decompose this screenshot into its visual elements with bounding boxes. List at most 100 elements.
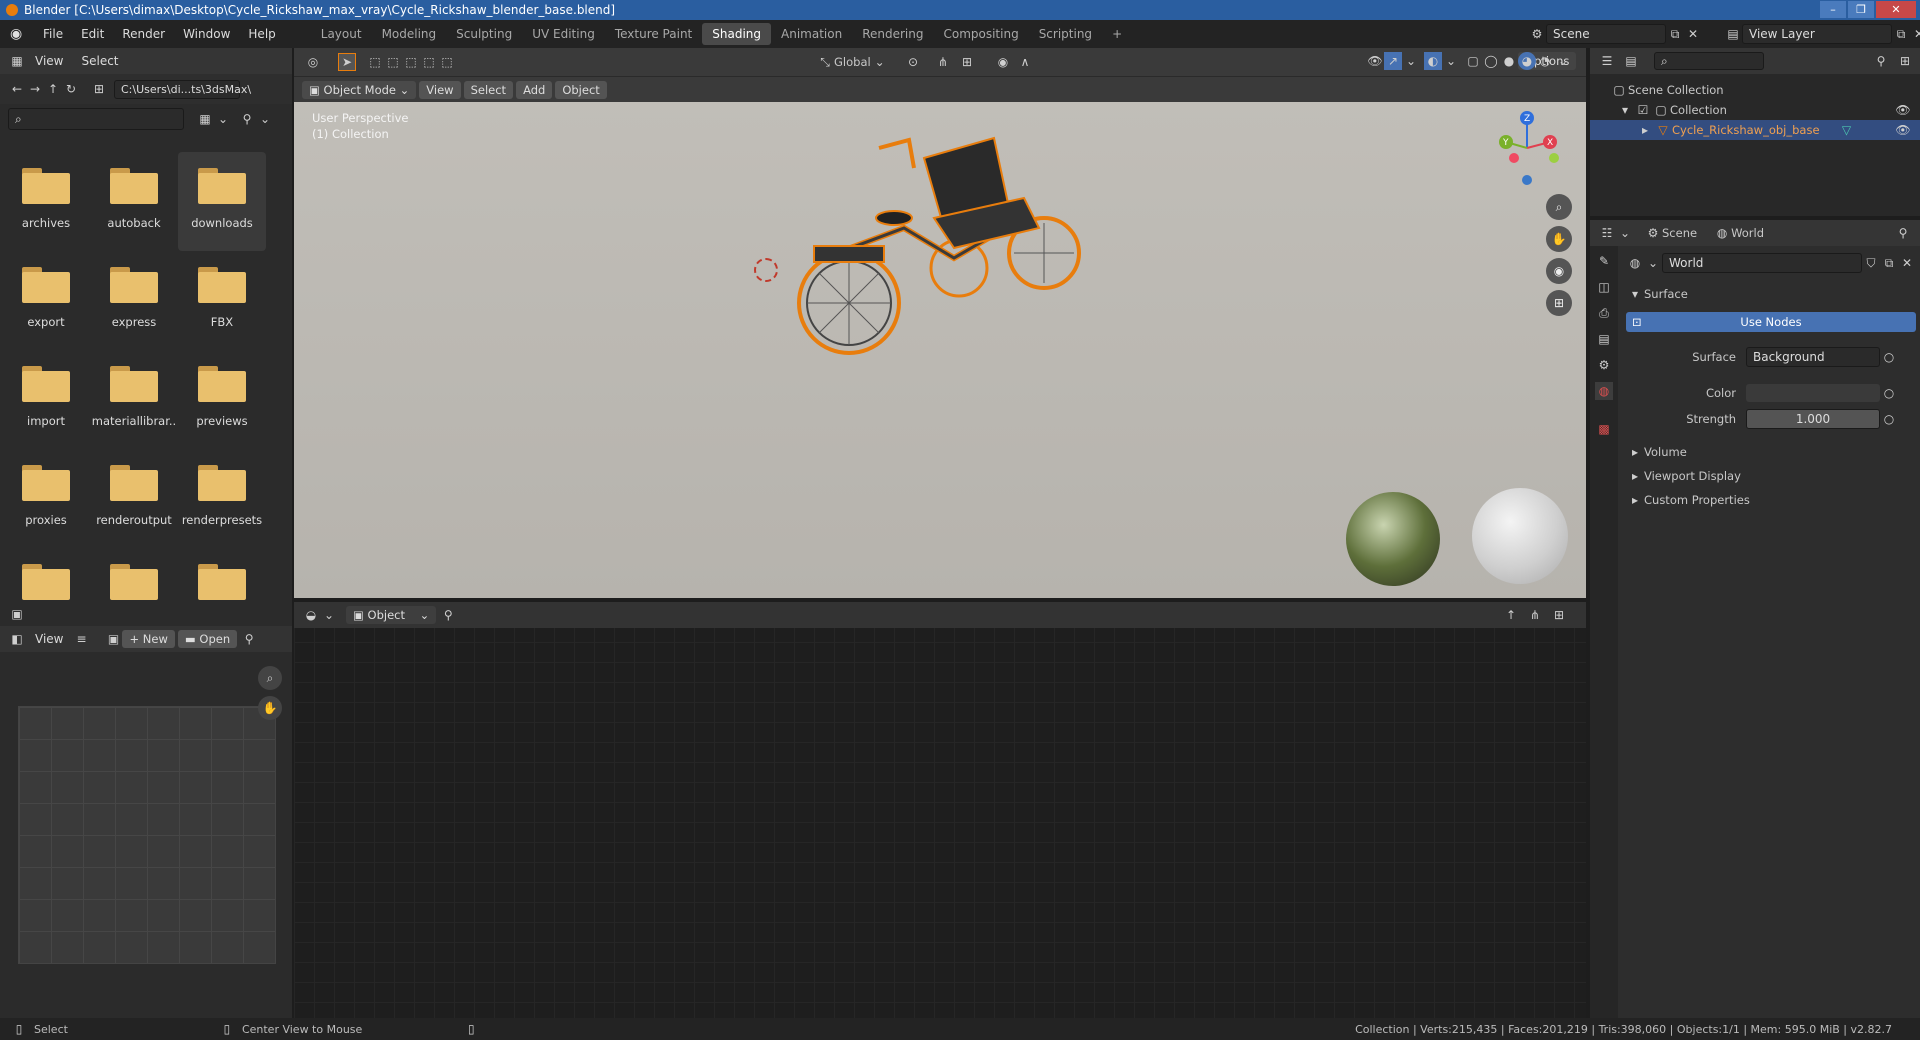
render-tab-icon[interactable]: ◫ [1595,278,1613,296]
snap-icon[interactable]: ⋔ [934,53,952,71]
use-nodes-button[interactable]: ⊡ Use Nodes [1626,312,1916,332]
filter-icon[interactable]: ⚲ [1872,52,1890,70]
checkbox-icon[interactable]: ☑ [1634,101,1652,119]
pan-hand-icon[interactable]: ✋ [258,696,282,720]
scene-tab-icon[interactable]: ⚙ [1595,356,1613,374]
new-folder-icon[interactable]: ⊞ [90,80,108,98]
folder-item[interactable] [90,548,178,608]
tab-modeling[interactable]: Modeling [372,23,447,45]
tool-tab-icon[interactable]: ✎ [1595,252,1613,270]
world-tab-icon[interactable]: ◍ [1595,382,1613,400]
vp-menu-add[interactable]: Add [516,80,553,99]
editor-type-icon[interactable]: ▦ [8,52,26,70]
pin-icon[interactable]: ⚲ [240,630,258,648]
open-image-button[interactable]: ▬ Open [177,630,238,648]
socket-icon[interactable]: ○ [1880,348,1898,366]
scene-name-field[interactable]: Scene [1546,24,1666,44]
tab-scripting[interactable]: Scripting [1029,23,1102,45]
path-field[interactable]: C:\Users\di...ts\3dsMax\ [114,79,251,99]
folder-item[interactable]: proxies [2,449,90,548]
menu-help[interactable]: Help [239,27,284,41]
surface-shader-field[interactable]: Background [1746,347,1880,367]
chevron-down-icon[interactable]: ⌄ [1442,52,1460,70]
close-window-button[interactable]: ✕ [1876,1,1916,18]
folder-item[interactable]: renderpresets [178,449,266,548]
back-icon[interactable]: ← [8,80,26,98]
socket-icon[interactable]: ○ [1880,384,1898,402]
vp-menu-object[interactable]: Object [555,80,607,99]
camera-view-icon[interactable]: ◉ [1546,258,1572,284]
select-intersect-icon[interactable]: ⬚ [438,53,456,71]
select-tool-icon[interactable]: ➤ [338,53,356,71]
tab-rendering[interactable]: Rendering [852,23,933,45]
pin-icon[interactable]: ⚲ [439,606,457,624]
snap-target-icon[interactable]: ⊞ [958,53,976,71]
editor-type-icon[interactable]: ▣ [8,605,26,623]
pan-hand-icon[interactable]: ✋ [1546,226,1572,252]
solid-shading-icon[interactable]: ● [1500,52,1518,70]
world-name-field[interactable]: World [1662,253,1862,273]
menu-render[interactable]: Render [113,27,174,41]
folder-item[interactable]: FBX [178,251,266,350]
overlay-toggle-icon[interactable]: ◐ [1424,52,1442,70]
color-swatch[interactable] [1746,384,1880,402]
view-layer-tab-icon[interactable]: ▤ [1595,330,1613,348]
duplicate-icon[interactable]: ⧉ [1880,254,1898,272]
world-browse-icon[interactable]: ◍ [1626,254,1644,272]
custom-properties-panel-header[interactable]: ▸ Custom Properties [1626,488,1916,512]
rendered-shading-icon[interactable]: ◔ [1536,52,1554,70]
chevron-down-icon[interactable]: ⌄ [1644,254,1662,272]
wireframe-shading-icon[interactable]: ◯ [1482,52,1500,70]
display-mode-icon[interactable]: ▦ [196,110,214,128]
falloff-icon[interactable]: ∧ [1016,53,1034,71]
parent-node-tree-icon[interactable]: ↑ [1502,606,1520,624]
surface-panel-header[interactable]: ▾ Surface [1626,282,1916,306]
new-collection-icon[interactable]: ⊞ [1896,52,1914,70]
tab-animation[interactable]: Animation [771,23,852,45]
snap-target-icon[interactable]: ⊞ [1550,606,1568,624]
zoom-icon[interactable]: ⌕ [258,666,282,690]
shader-type-selector[interactable]: ▣ Object ⌄ [346,606,437,624]
navigation-gizmo[interactable]: Z X Y [1492,110,1562,186]
folder-item[interactable] [2,548,90,608]
material-preview-icon[interactable]: ◕ [1518,52,1536,70]
vp-menu-select[interactable]: Select [463,80,514,99]
folder-item-selected[interactable]: downloads [178,152,266,251]
parent-dir-icon[interactable]: ↑ [44,80,62,98]
volume-panel-header[interactable]: ▸ Volume [1626,440,1916,464]
new-view-layer-icon[interactable]: ⧉ [1892,25,1910,43]
filter-icon[interactable]: ⚲ [238,110,256,128]
minimize-button[interactable]: – [1820,1,1846,18]
output-tab-icon[interactable]: ⎙ [1595,304,1613,322]
tab-sculpting[interactable]: Sculpting [446,23,522,45]
new-image-button[interactable]: + New [122,630,175,648]
folder-item[interactable]: archives [2,152,90,251]
pivot-icon[interactable]: ⊙ [904,53,922,71]
socket-icon[interactable]: ○ [1880,410,1898,428]
folder-item[interactable] [178,548,266,608]
display-mode-icon[interactable]: ▤ [1622,52,1640,70]
select-invert-icon[interactable]: ⬚ [420,53,438,71]
tab-uv-editing[interactable]: UV Editing [522,23,605,45]
ie-menu-view[interactable]: View [26,632,72,646]
eye-icon[interactable]: 👁 [1894,101,1912,119]
delete-scene-icon[interactable]: ✕ [1684,25,1702,43]
select-box-icon[interactable]: ⬚ [366,53,384,71]
gizmo-toggle-icon[interactable]: ↗ [1384,52,1402,70]
add-workspace-button[interactable]: + [1102,23,1132,45]
zoom-icon[interactable]: ⌕ [1546,194,1572,220]
expand-arrow-icon[interactable]: ▾ [1616,101,1634,119]
xray-icon[interactable]: ▢ [1464,52,1482,70]
blender-menu-icon[interactable]: ◉ [10,26,26,42]
folder-item[interactable]: renderoutput [90,449,178,548]
editor-type-icon[interactable]: ☰ [1598,52,1616,70]
view-layer-field[interactable]: View Layer [1742,24,1892,44]
maximize-button[interactable]: ❐ [1848,1,1874,18]
editor-type-icon[interactable]: ◎ [304,53,322,71]
folder-item[interactable]: export [2,251,90,350]
outliner-search-input[interactable]: ⌕ [1654,52,1764,70]
select-subtract-icon[interactable]: ⬚ [402,53,420,71]
fb-menu-view[interactable]: View [26,54,72,68]
hamburger-icon[interactable]: ≡ [72,630,90,648]
tab-texture-paint[interactable]: Texture Paint [605,23,702,45]
